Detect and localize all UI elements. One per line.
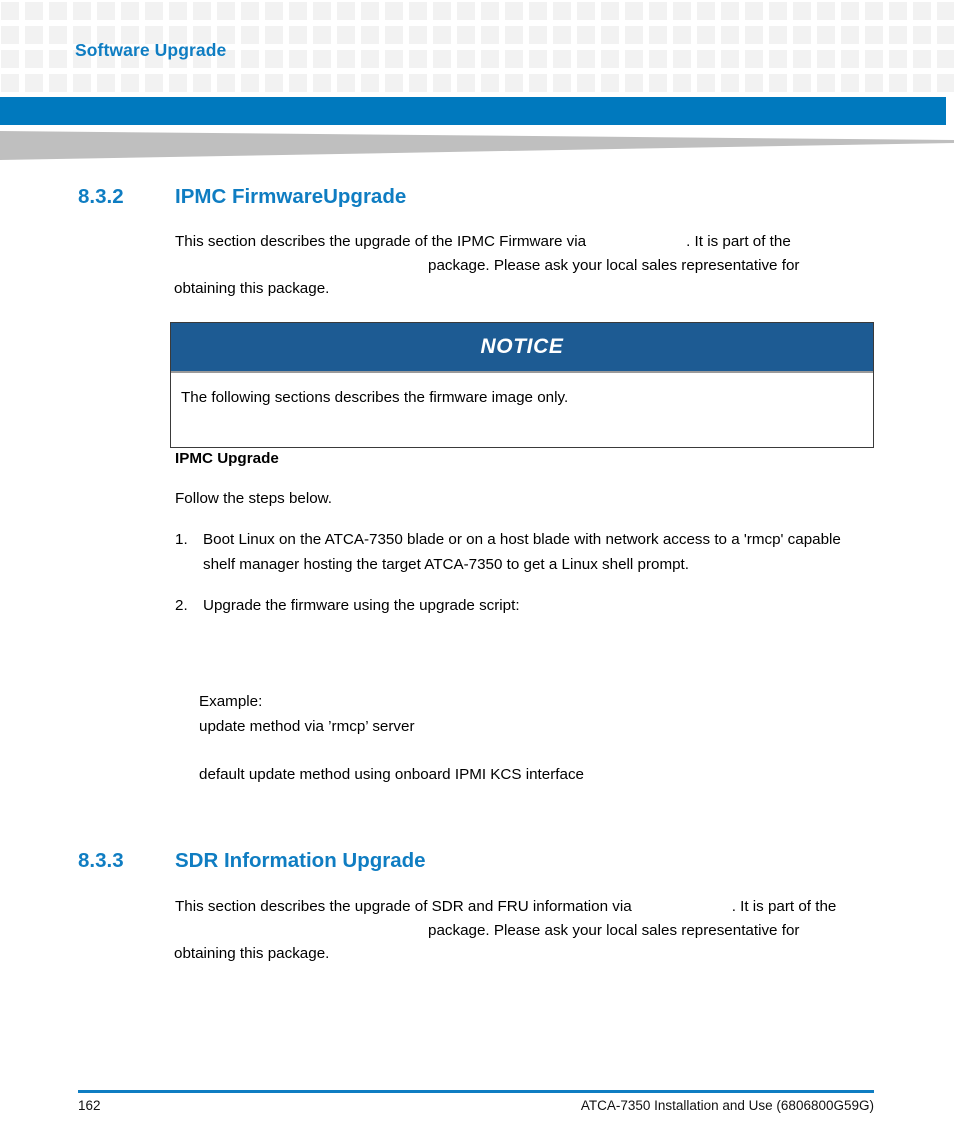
procedure-step-list: 1. Boot Linux on the ATCA-7350 blade or … bbox=[175, 528, 875, 636]
intro-833-line2-b: package. Please ask your local sales rep… bbox=[428, 921, 800, 939]
procedure-heading: IPMC Upgrade bbox=[175, 450, 279, 467]
header-gray-wedge bbox=[0, 131, 954, 160]
procedure-lead-in: Follow the steps below. bbox=[175, 490, 333, 507]
footer-document-title: ATCA-7350 Installation and Use (6806800G… bbox=[580, 1098, 874, 1113]
intro-832-line2-b: package. Please ask your local sales rep… bbox=[428, 256, 800, 274]
footer-rule bbox=[78, 1090, 874, 1093]
section-title: SDR Information Upgrade bbox=[175, 849, 426, 872]
document-page: Software Upgrade 8.3.2 IPMC FirmwareUpgr… bbox=[0, 0, 954, 1145]
header-blue-bar bbox=[0, 97, 946, 125]
section-heading-832: 8.3.2 IPMC FirmwareUpgrade bbox=[0, 185, 954, 213]
example-label: Example: bbox=[199, 693, 263, 710]
intro-832-line3: obtaining this package. bbox=[174, 280, 330, 298]
notice-text: The following sections describes the fir… bbox=[181, 389, 569, 406]
intro-833-line1-b: . It is part of the bbox=[731, 898, 837, 915]
footer-page-number: 162 bbox=[78, 1098, 101, 1113]
list-item: 2. Upgrade the firmware using the upgrad… bbox=[175, 594, 875, 619]
list-item-text: Boot Linux on the ATCA-7350 blade or on … bbox=[203, 531, 841, 573]
notice-label: NOTICE bbox=[171, 323, 873, 373]
example-line-1: update method via ’rmcp’ server bbox=[199, 717, 415, 735]
intro-833-line1-a: This section describes the upgrade of SD… bbox=[175, 898, 632, 915]
section-title: IPMC FirmwareUpgrade bbox=[175, 185, 407, 208]
section-832-intro-paragraph: This section describes the upgrade of th… bbox=[174, 230, 875, 301]
list-item-text: Upgrade the firmware using the upgrade s… bbox=[203, 597, 520, 614]
section-number: 8.3.2 bbox=[78, 185, 124, 208]
example-block: Example: update method via ’rmcp’ server… bbox=[199, 690, 584, 788]
intro-832-line1-b: . It is part of the bbox=[686, 233, 791, 250]
intro-832-line1-a: This section describes the upgrade of th… bbox=[175, 233, 587, 250]
list-item: 1. Boot Linux on the ATCA-7350 blade or … bbox=[175, 528, 875, 577]
list-marker: 2. bbox=[175, 597, 188, 614]
section-number: 8.3.3 bbox=[78, 849, 124, 872]
section-heading-833: 8.3.3 SDR Information Upgrade bbox=[0, 849, 954, 877]
running-header-title: Software Upgrade bbox=[75, 40, 227, 60]
section-833-intro-paragraph: This section describes the upgrade of SD… bbox=[174, 895, 877, 966]
intro-833-line3: obtaining this package. bbox=[174, 945, 330, 963]
list-marker: 1. bbox=[175, 531, 188, 548]
example-spacer bbox=[199, 739, 584, 763]
example-line-2: default update method using onboard IPMI… bbox=[199, 766, 584, 783]
notice-admonition-box: NOTICE The following sections describes … bbox=[170, 322, 874, 448]
